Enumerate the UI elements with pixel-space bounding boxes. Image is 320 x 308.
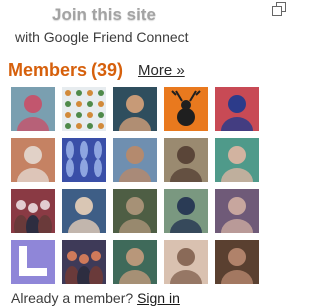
member-avatar[interactable] <box>113 189 157 233</box>
member-avatar[interactable] <box>164 189 208 233</box>
member-avatar-grid <box>11 87 261 284</box>
person-photo-icon <box>215 189 259 233</box>
group-photo-icon <box>11 189 55 233</box>
person-photo-icon <box>113 240 157 284</box>
join-site-button[interactable]: Join this site <box>52 5 160 25</box>
person-photo-icon <box>215 87 259 131</box>
person-photo-icon <box>164 240 208 284</box>
person-photo-icon <box>164 138 208 182</box>
member-avatar[interactable] <box>11 189 55 233</box>
person-photo-icon <box>113 189 157 233</box>
friend-connect-widget: Join this site with Google Friend Connec… <box>0 0 288 308</box>
members-label: Members <box>8 60 88 80</box>
member-avatar[interactable] <box>113 240 157 284</box>
person-photo-icon <box>113 87 157 131</box>
friend-connect-caption: with Google Friend Connect <box>15 29 189 45</box>
member-avatar[interactable] <box>164 87 208 131</box>
signin-prompt: Already a member? Sign in <box>11 290 180 306</box>
person-photo-icon <box>62 189 106 233</box>
member-avatar[interactable] <box>215 138 259 182</box>
member-avatar[interactable] <box>113 138 157 182</box>
member-avatar[interactable] <box>11 240 55 284</box>
person-photo-icon <box>113 138 157 182</box>
already-member-text: Already a member? <box>11 290 134 306</box>
default-avatar-icon <box>11 240 55 284</box>
member-avatar[interactable] <box>62 87 106 131</box>
member-avatar[interactable] <box>215 240 259 284</box>
member-avatar[interactable] <box>11 138 55 182</box>
person-photo-icon <box>215 138 259 182</box>
member-avatar[interactable] <box>215 189 259 233</box>
signin-link[interactable]: Sign in <box>137 290 180 306</box>
member-avatar[interactable] <box>62 138 106 182</box>
member-avatar[interactable] <box>62 240 106 284</box>
person-photo-icon <box>11 87 55 131</box>
members-heading: Members (39) <box>8 60 123 80</box>
group-photo-icon <box>62 240 106 284</box>
flower-photo-icon <box>62 138 106 182</box>
person-photo-icon <box>215 240 259 284</box>
deer-photo-icon <box>164 87 208 131</box>
person-photo-icon <box>164 189 208 233</box>
member-avatar[interactable] <box>164 138 208 182</box>
person-photo-icon <box>11 138 55 182</box>
member-avatar[interactable] <box>11 87 55 131</box>
member-avatar[interactable] <box>62 189 106 233</box>
pattern-photo-icon <box>62 87 106 131</box>
popout-window-icon[interactable] <box>272 2 286 16</box>
member-avatar[interactable] <box>113 87 157 131</box>
member-avatar[interactable] <box>215 87 259 131</box>
members-count: (39) <box>91 60 124 80</box>
member-avatar[interactable] <box>164 240 208 284</box>
more-members-link[interactable]: More » <box>138 62 185 80</box>
